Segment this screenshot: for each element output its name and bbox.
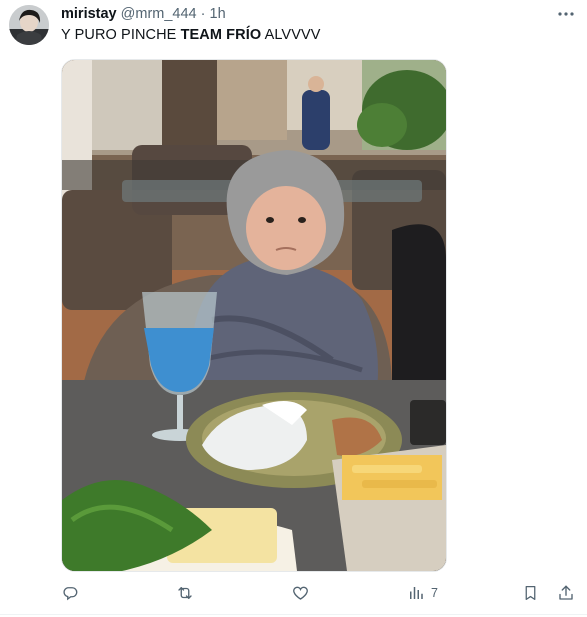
tweet-photo[interactable]: [61, 59, 447, 572]
bookmark-button[interactable]: [522, 580, 539, 606]
reply-button[interactable]: [61, 580, 79, 606]
avatar[interactable]: [9, 5, 49, 45]
more-options-icon[interactable]: [554, 4, 578, 24]
tweet-text: Y PURO PINCHE TEAM FRÍO ALVVVV: [61, 27, 321, 43]
like-button[interactable]: [291, 580, 310, 606]
retweet-button[interactable]: [175, 580, 195, 606]
tweet-text-bold: TEAM FRÍO: [180, 27, 262, 43]
tweet-card[interactable]: miristay @mrm_444 · 1h Y PURO PINCHE TEA…: [0, 0, 587, 617]
share-icon: [557, 584, 575, 602]
views-button[interactable]: 7: [407, 580, 438, 606]
reply-icon: [61, 584, 79, 602]
views-icon: [407, 584, 425, 602]
tweet-header: miristay @mrm_444 · 1h: [61, 6, 226, 26]
user-handle[interactable]: @mrm_444: [121, 6, 197, 22]
bookmark-icon: [522, 584, 539, 602]
tweet-text-part: Y PURO PINCHE: [61, 27, 181, 43]
timestamp[interactable]: 1h: [210, 6, 226, 22]
action-bar: 7: [0, 580, 587, 608]
display-name[interactable]: miristay: [61, 6, 117, 22]
divider: [0, 614, 587, 615]
share-button[interactable]: [557, 580, 575, 606]
tweet-text-part: ALVVVV: [261, 27, 321, 43]
heart-icon: [291, 584, 310, 602]
separator-dot: ·: [200, 6, 206, 22]
retweet-icon: [175, 584, 195, 602]
views-count: 7: [431, 586, 438, 600]
